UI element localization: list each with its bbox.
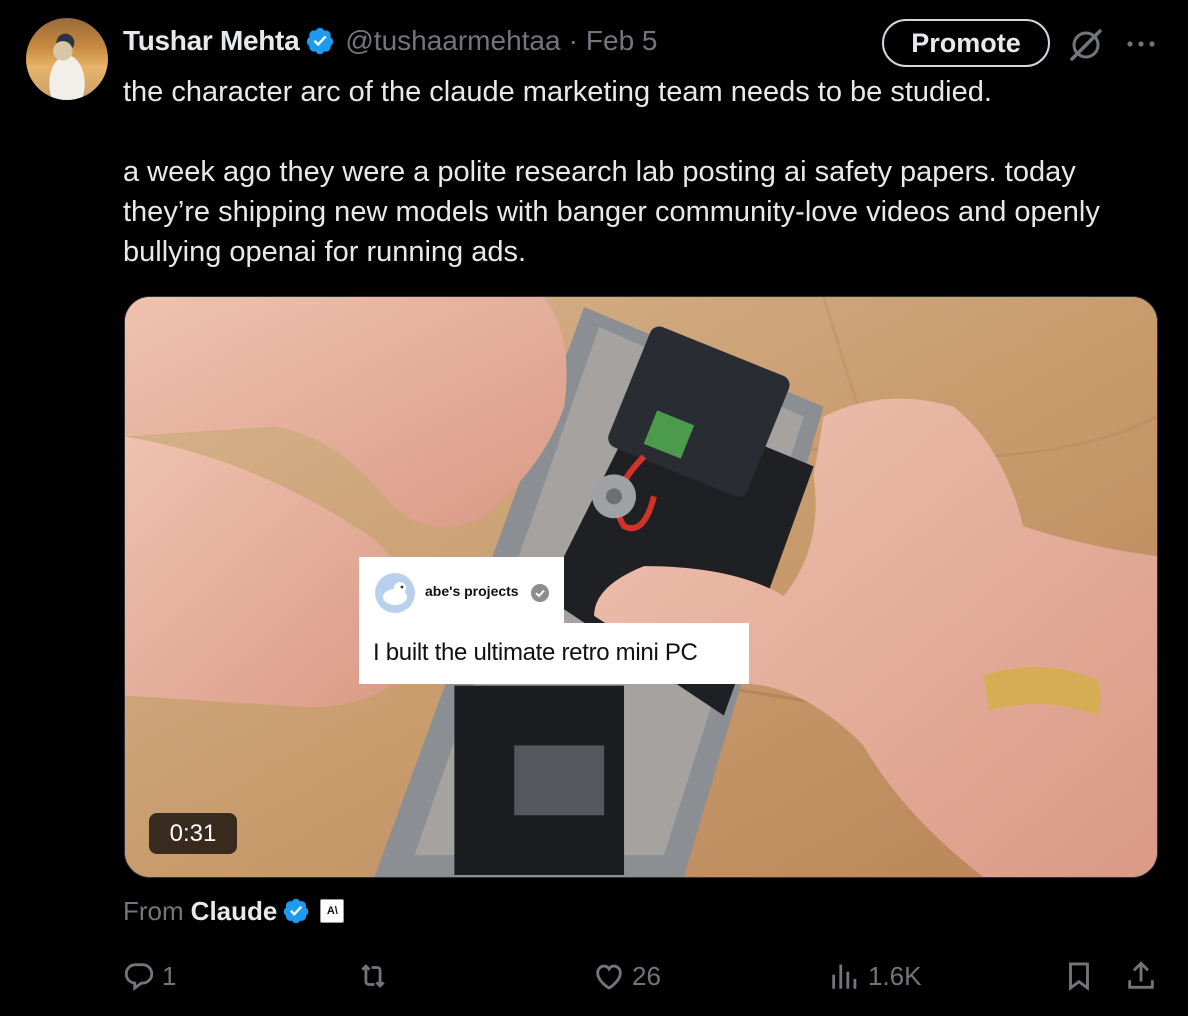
video-duration: 0:31 — [149, 813, 237, 854]
author-handle[interactable]: @tushaarmehtaa — [345, 25, 560, 57]
promote-button[interactable]: Promote — [882, 19, 1050, 67]
bookmark-icon — [1069, 962, 1089, 991]
like-button[interactable]: 26 — [592, 950, 661, 1002]
tweet-paragraph-2: a week ago they were a polite research l… — [123, 156, 1100, 268]
views-button[interactable]: 1.6K — [828, 950, 922, 1002]
source-verified-icon — [284, 898, 309, 924]
channel-verified-icon — [531, 584, 549, 602]
tweet-header: Tushar Mehta @tushaarmehtaa · Feb 5 — [123, 22, 658, 60]
video-caption-card: abe's projects I built the ultimate retr… — [359, 557, 749, 684]
more-icon[interactable] — [1124, 30, 1158, 58]
video-player[interactable]: abe's projects I built the ultimate retr… — [124, 296, 1158, 878]
views-icon — [832, 964, 857, 989]
source-account-name[interactable]: Claude — [191, 896, 278, 927]
source-attribution: From Claude A\ — [123, 893, 345, 929]
repost-icon — [361, 964, 385, 988]
date-separator: · — [568, 25, 578, 56]
tweet-text: the character arc of the claude marketin… — [123, 72, 1163, 272]
repost-button[interactable] — [356, 950, 390, 1002]
author-avatar[interactable] — [26, 18, 108, 100]
caption-channel-name: abe's projects — [425, 583, 519, 599]
heart-icon — [596, 964, 622, 990]
verified-badge-icon — [307, 27, 334, 55]
caption-title: I built the ultimate retro mini PC — [373, 639, 698, 666]
share-button[interactable] — [1124, 950, 1158, 1002]
author-name[interactable]: Tushar Mehta — [123, 25, 300, 57]
reply-count: 1 — [162, 960, 177, 991]
channel-avatar — [375, 573, 415, 613]
reply-button[interactable]: 1 — [122, 950, 176, 1002]
caption-title-bar: I built the ultimate retro mini PC — [359, 623, 749, 684]
anthropic-affiliate-badge[interactable]: A\ — [320, 899, 345, 923]
like-count: 26 — [632, 960, 661, 991]
caption-channel-bar: abe's projects — [359, 557, 564, 625]
source-from-label: From — [123, 895, 184, 926]
tweet-paragraph-1: the character arc of the claude marketin… — [123, 76, 992, 108]
views-count: 1.6K — [868, 960, 922, 991]
tweet-date[interactable]: Feb 5 — [586, 25, 658, 57]
bookmark-button[interactable] — [1062, 950, 1096, 1002]
grok-icon[interactable] — [1066, 24, 1106, 64]
action-bar: 1 26 1.6K — [0, 950, 1188, 1002]
reply-icon — [124, 963, 154, 991]
share-icon — [1128, 961, 1154, 989]
